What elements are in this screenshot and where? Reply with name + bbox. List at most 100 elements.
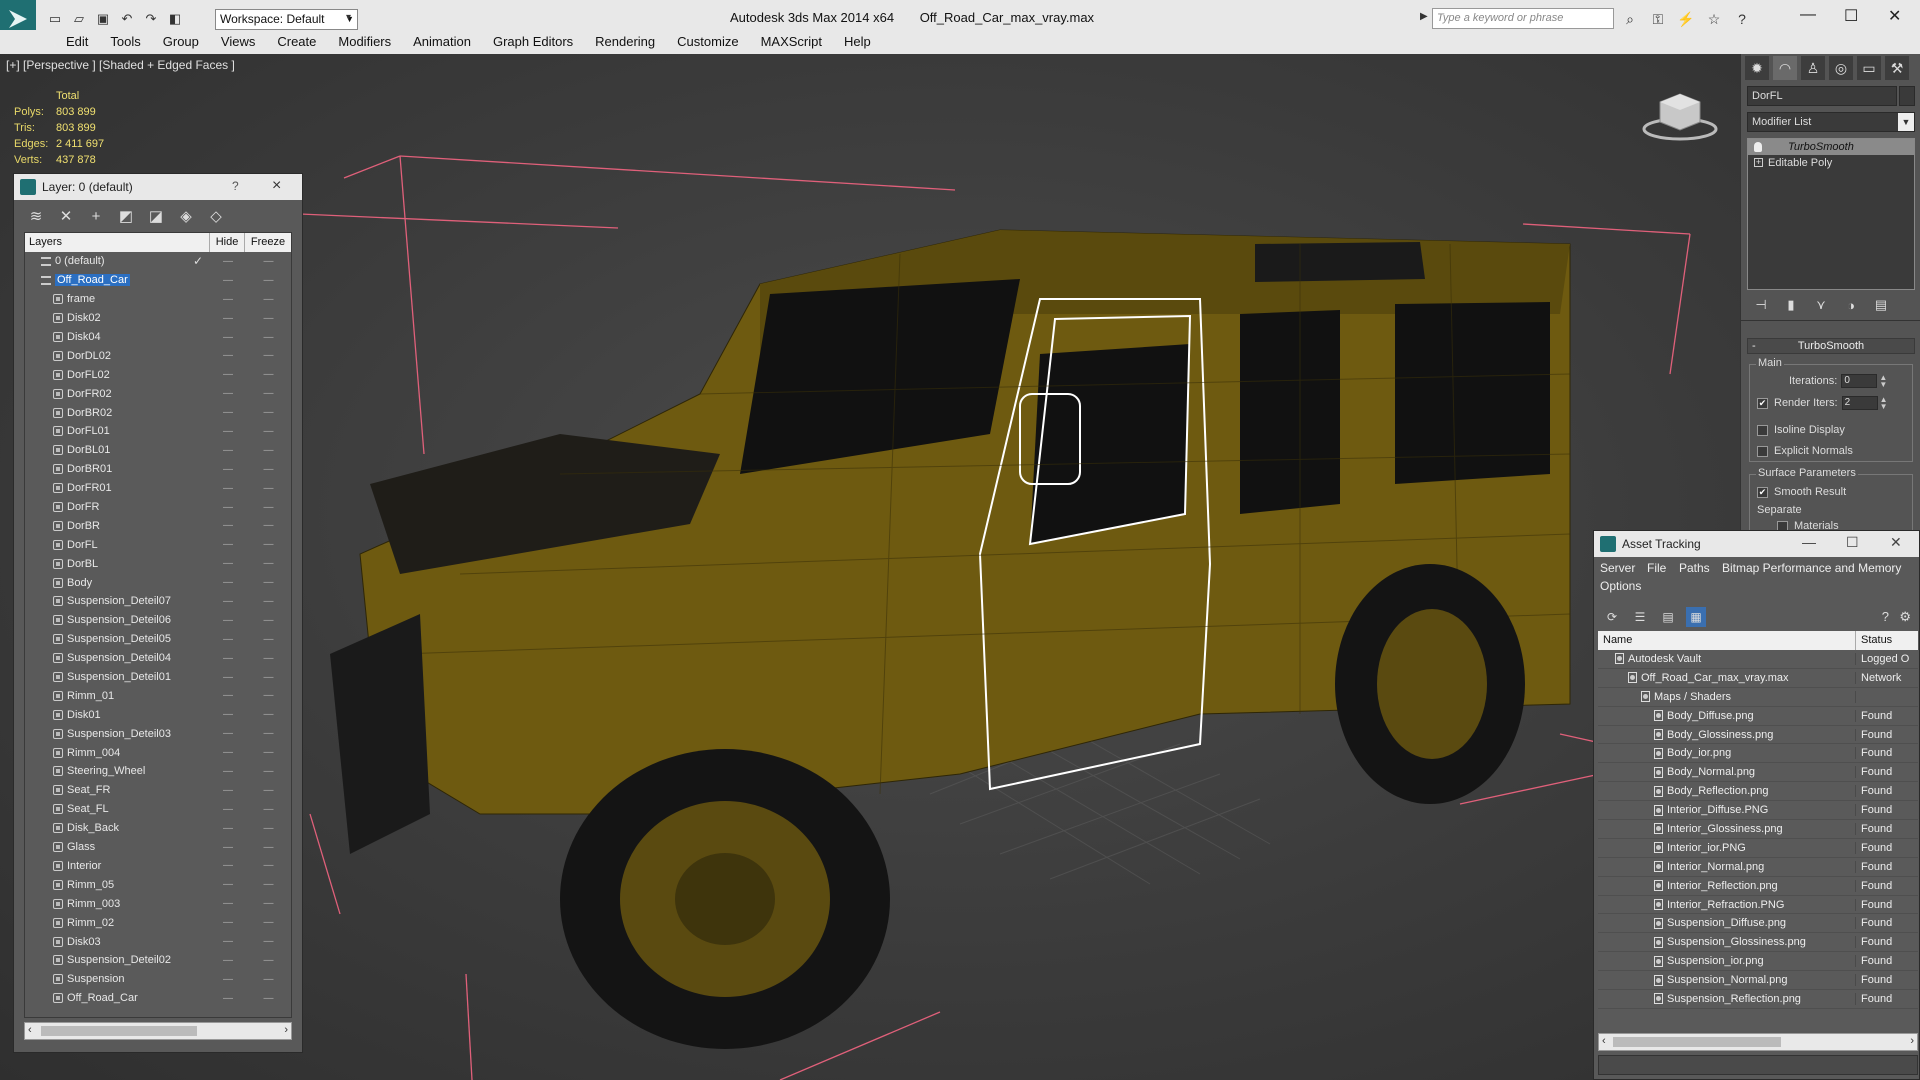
hide-toggle[interactable]: — bbox=[210, 464, 245, 475]
layer-row[interactable]: Suspension — — bbox=[25, 970, 291, 989]
stack-item-turbosmooth[interactable]: TurboSmooth bbox=[1748, 139, 1914, 155]
freeze-toggle[interactable]: — bbox=[245, 936, 291, 947]
menu-group[interactable]: Group bbox=[152, 30, 210, 54]
layer-row[interactable]: DorFR — — bbox=[25, 498, 291, 517]
spinner-arrows-icon[interactable]: ▲ ▼ bbox=[1880, 396, 1888, 411]
asset-row[interactable]: Interior_Reflection.png Found bbox=[1598, 877, 1918, 896]
freeze-toggle[interactable]: — bbox=[245, 369, 291, 380]
hide-toggle[interactable]: — bbox=[210, 634, 245, 645]
freeze-toggle[interactable]: — bbox=[245, 256, 291, 267]
freeze-toggle[interactable]: — bbox=[245, 520, 291, 531]
asset-row[interactable]: Body_ior.png Found bbox=[1598, 744, 1918, 764]
freeze-toggle[interactable]: — bbox=[245, 313, 291, 324]
freeze-toggle[interactable]: — bbox=[245, 275, 291, 286]
select-objects-icon[interactable]: ◩ bbox=[116, 206, 136, 226]
layer-row[interactable]: DorBL01 — — bbox=[25, 441, 291, 460]
thumbnail-view-icon[interactable]: ▤ bbox=[1658, 607, 1678, 627]
hide-toggle[interactable]: — bbox=[210, 804, 245, 815]
refresh-icon[interactable]: ⟳ bbox=[1602, 607, 1622, 627]
layer-row[interactable]: DorBR02 — — bbox=[25, 403, 291, 422]
search-input[interactable]: Type a keyword or phrase bbox=[1432, 8, 1614, 29]
freeze-toggle[interactable]: — bbox=[245, 842, 291, 853]
layer-row[interactable]: Disk01 — — bbox=[25, 705, 291, 724]
hide-toggle[interactable]: — bbox=[210, 332, 245, 343]
hide-all-icon[interactable]: ◇ bbox=[206, 206, 226, 226]
freeze-toggle[interactable]: — bbox=[245, 653, 291, 664]
freeze-toggle[interactable]: — bbox=[245, 955, 291, 966]
layer-row[interactable]: DorFR01 — — bbox=[25, 479, 291, 498]
asset-row[interactable]: Body_Reflection.png Found bbox=[1598, 782, 1918, 802]
hide-toggle[interactable]: — bbox=[210, 766, 245, 777]
hide-toggle[interactable]: — bbox=[210, 520, 245, 531]
menu-file[interactable]: File bbox=[1647, 561, 1666, 575]
configure-sets-icon[interactable]: ▤ bbox=[1871, 296, 1891, 314]
highlight-layer-icon[interactable]: ◈ bbox=[176, 206, 196, 226]
help-icon[interactable]: ? bbox=[1732, 10, 1752, 28]
asset-row[interactable]: Suspension_Normal.png Found bbox=[1598, 971, 1918, 991]
settings-icon[interactable]: ⚙ bbox=[1899, 609, 1911, 625]
hierarchy-tab-icon[interactable]: ♙ bbox=[1801, 56, 1825, 80]
menu-paths[interactable]: Paths bbox=[1679, 561, 1710, 575]
hide-toggle[interactable]: — bbox=[210, 823, 245, 834]
asset-row[interactable]: Suspension_Reflection.png Found bbox=[1598, 990, 1918, 1009]
hide-toggle[interactable]: — bbox=[210, 388, 245, 399]
freeze-toggle[interactable]: — bbox=[245, 879, 291, 890]
layer-row[interactable]: Suspension_Deteil07 — — bbox=[25, 592, 291, 611]
layer-row[interactable]: Disk03 — — bbox=[25, 932, 291, 951]
show-end-result-icon[interactable]: ▮ bbox=[1781, 296, 1801, 314]
hide-toggle[interactable]: — bbox=[210, 539, 245, 550]
binoculars-icon[interactable]: ⌕ bbox=[1620, 10, 1640, 28]
smooth-result-checkbox[interactable]: ✔ bbox=[1757, 486, 1768, 498]
layer-row[interactable]: Seat_FR — — bbox=[25, 781, 291, 800]
hide-toggle[interactable]: — bbox=[210, 615, 245, 626]
new-file-icon[interactable]: ▭ bbox=[46, 10, 64, 28]
layer-row[interactable]: Disk_Back — — bbox=[25, 819, 291, 838]
menu-modifiers[interactable]: Modifiers bbox=[327, 30, 402, 54]
subscription-icon[interactable]: ⚿ bbox=[1648, 10, 1668, 28]
close-button[interactable]: ✕ bbox=[1890, 534, 1902, 551]
layer-row[interactable]: Rimm_02 — — bbox=[25, 913, 291, 932]
asset-row[interactable]: Interior_ior.PNG Found bbox=[1598, 839, 1918, 858]
layer-row[interactable]: Steering_Wheel — — bbox=[25, 762, 291, 781]
hide-toggle[interactable]: — bbox=[210, 709, 245, 720]
freeze-toggle[interactable]: — bbox=[245, 634, 291, 645]
layer-row[interactable]: Suspension_Deteil01 — — bbox=[25, 668, 291, 687]
hide-toggle[interactable]: — bbox=[210, 842, 245, 853]
asset-row[interactable]: Body_Diffuse.png Found bbox=[1598, 707, 1918, 726]
menu-bitmap-performance[interactable]: Bitmap Performance and Memory bbox=[1722, 561, 1901, 575]
redo-icon[interactable]: ↷ bbox=[142, 10, 160, 28]
asset-row[interactable]: Maps / Shaders bbox=[1598, 688, 1918, 707]
col-name[interactable]: Name bbox=[1598, 631, 1856, 650]
maximize-button[interactable]: ☐ bbox=[1844, 6, 1858, 26]
undo-icon[interactable]: ↶ bbox=[118, 10, 136, 28]
layer-row[interactable]: 0 (default) ✓ — — bbox=[25, 252, 291, 271]
menu-server[interactable]: Server bbox=[1600, 561, 1635, 575]
save-icon[interactable]: ▣ bbox=[94, 10, 112, 28]
make-unique-icon[interactable]: ⋎ bbox=[1811, 296, 1831, 314]
layer-row[interactable]: Off_Road_Car — — bbox=[25, 271, 291, 290]
freeze-toggle[interactable]: — bbox=[245, 388, 291, 399]
object-name-field[interactable]: DorFL bbox=[1747, 86, 1897, 106]
asset-list[interactable]: Name Status Autodesk Vault Logged O Off_Ro… bbox=[1598, 631, 1918, 1031]
iterations-spinner[interactable]: 0 bbox=[1841, 374, 1878, 388]
freeze-toggle[interactable]: — bbox=[245, 804, 291, 815]
display-tab-icon[interactable]: ▭ bbox=[1857, 56, 1881, 80]
freeze-toggle[interactable]: — bbox=[245, 407, 291, 418]
freeze-toggle[interactable]: — bbox=[245, 350, 291, 361]
menu-views[interactable]: Views bbox=[210, 30, 266, 54]
asset-row[interactable]: Interior_Refraction.PNG Found bbox=[1598, 896, 1918, 915]
layer-horizontal-scrollbar[interactable]: ‹ › bbox=[24, 1022, 292, 1040]
list-view-icon[interactable]: ☰ bbox=[1630, 607, 1650, 627]
render-iters-checkbox[interactable]: ✔ bbox=[1757, 397, 1768, 409]
close-icon[interactable]: × bbox=[272, 177, 281, 195]
layer-row[interactable]: DorFL01 — — bbox=[25, 422, 291, 441]
open-file-icon[interactable]: ▱ bbox=[70, 10, 88, 28]
hide-toggle[interactable]: — bbox=[210, 350, 245, 361]
delete-layer-icon[interactable]: ✕ bbox=[56, 206, 76, 226]
hide-toggle[interactable]: — bbox=[210, 313, 245, 324]
hide-toggle[interactable]: — bbox=[210, 917, 245, 928]
hide-toggle[interactable]: — bbox=[210, 294, 245, 305]
hide-toggle[interactable]: — bbox=[210, 974, 245, 985]
hide-toggle[interactable]: — bbox=[210, 502, 245, 513]
layer-row[interactable]: Suspension_Deteil05 — — bbox=[25, 630, 291, 649]
